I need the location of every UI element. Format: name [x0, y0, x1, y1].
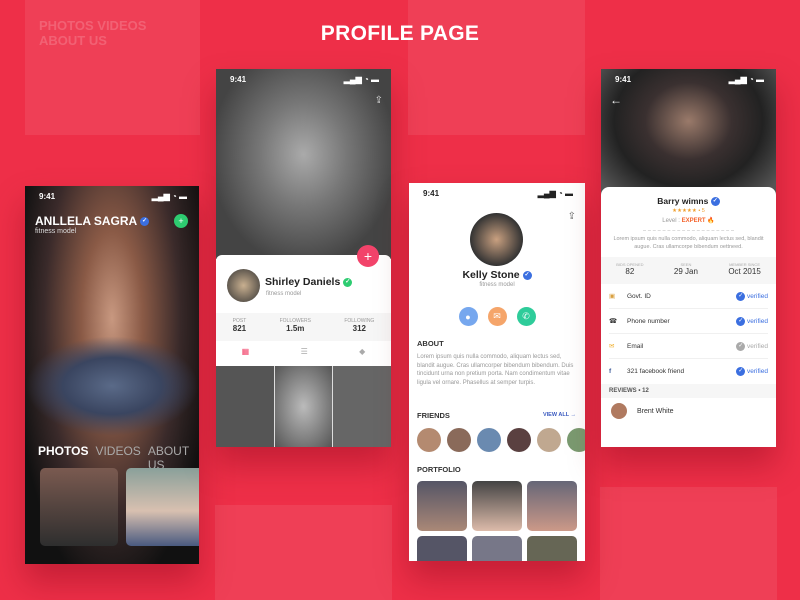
- avatar: [227, 269, 260, 302]
- portfolio-item[interactable]: [527, 536, 577, 561]
- phone-icon: ☎: [609, 318, 618, 326]
- fire-icon: 🔥: [707, 218, 715, 225]
- about-text: Lorem ipsum quis nulla commodo, aliquam …: [417, 354, 574, 386]
- reviewer-avatar: [611, 403, 627, 420]
- portfolio-item[interactable]: [417, 536, 467, 561]
- friend-avatar[interactable]: [507, 428, 531, 452]
- friends-heading: FRIENDS: [417, 411, 450, 420]
- photo-thumbnail[interactable]: [216, 366, 274, 447]
- screen-kelly: 9:41 ▂▄▆ ◔ ▬ ⇪ Kelly Stone ✓ fitness mode…: [409, 183, 585, 561]
- verified-icon: ✓: [140, 217, 150, 227]
- friend-avatar[interactable]: [447, 428, 471, 452]
- portfolio-item[interactable]: [417, 481, 467, 531]
- profile-subtitle: fitness model: [479, 282, 515, 288]
- portfolio-item[interactable]: [527, 481, 577, 531]
- level-value: EXPERT: [681, 218, 706, 225]
- check-icon: ✓: [736, 316, 746, 326]
- stat-post: POST 821: [232, 318, 247, 333]
- friend-avatar[interactable]: [537, 428, 561, 452]
- reviews-heading: REVIEWS • 12: [601, 384, 776, 399]
- stat-member-since: MEMBER SINCE Oct 2015: [728, 262, 761, 277]
- profile-subtitle: fitness model: [35, 228, 77, 235]
- page-title: PROFILE PAGE: [320, 22, 480, 45]
- share-icon[interactable]: ⇪: [568, 211, 576, 222]
- status-time: 9:41: [230, 75, 247, 84]
- level-label: Level :: [662, 218, 680, 225]
- photo-grid: [216, 366, 391, 447]
- portfolio-grid: [417, 481, 577, 561]
- back-arrow-icon[interactable]: ←: [610, 93, 622, 107]
- friend-avatar[interactable]: [417, 428, 441, 452]
- profile-name: Kelly Stone: [462, 269, 520, 281]
- quote-text: Lorem ipsum quis nulla commodo, aliquam …: [613, 236, 764, 250]
- user-icon[interactable]: ●: [458, 307, 478, 326]
- reviewer-name: Brent White: [637, 407, 674, 415]
- mail-icon[interactable]: ✉: [487, 307, 507, 326]
- status-icons: ▂▄▆ ◔ ▬: [537, 189, 573, 198]
- background-card: PHOTOS VIDEOS ABOUT US: [25, 0, 200, 135]
- friend-avatar[interactable]: [567, 428, 585, 452]
- add-button[interactable]: +: [174, 214, 188, 228]
- portfolio-item[interactable]: [472, 481, 522, 531]
- list-icon[interactable]: ☰: [301, 347, 308, 356]
- stat-following: FOLLOWING 312: [344, 318, 375, 333]
- screen-shirley: 9:41 ▂▄▆ ◔ ▬ ⇪ + Shirley Daniels ✓ fitnes…: [216, 69, 391, 447]
- rating-stars: ★★★★★ • 5: [672, 208, 705, 215]
- check-icon: ✓: [736, 341, 746, 351]
- cover-photo: [216, 69, 391, 259]
- verification-row: f 321 facebook friend ✓ verified: [609, 367, 768, 377]
- background-card: [600, 487, 777, 600]
- status-icons: ▂▄▆ ◔ ▬: [343, 75, 379, 84]
- status-time: 9:41: [615, 75, 632, 84]
- id-card-icon: ▣: [609, 293, 616, 301]
- status-time: 9:41: [39, 192, 56, 201]
- stat-bids-opened: BIDS OPENED 82: [616, 262, 644, 277]
- profile-name: ANLLELA SAGRA: [35, 214, 137, 228]
- photo-thumbnail[interactable]: [333, 366, 391, 447]
- photo-thumbnail[interactable]: [126, 468, 199, 546]
- about-heading: ABOUT: [417, 339, 444, 348]
- email-icon: ✉: [609, 343, 615, 351]
- avatar: [470, 213, 523, 266]
- phone-icon[interactable]: ✆: [516, 307, 536, 326]
- check-icon: ✓: [736, 367, 746, 377]
- stat-followers: FOLLOWERS 1.5m: [279, 318, 311, 333]
- facebook-icon: f: [609, 368, 612, 376]
- status-icons: ▂▄▆ ◔ ▬: [728, 75, 764, 84]
- check-icon: ✓: [736, 291, 746, 301]
- cover-photo: [601, 69, 776, 199]
- photo-thumbnail[interactable]: [274, 366, 333, 447]
- background-card: [408, 0, 585, 135]
- verified-icon: ✓: [343, 277, 353, 287]
- background-card: [215, 505, 392, 600]
- profile-subtitle: fitness model: [266, 291, 302, 297]
- view-all-link[interactable]: VIEW ALL: [543, 412, 569, 418]
- verification-list: ▣ Govt. ID ✓ verified ☎ Phone number ✓ verif…: [601, 284, 776, 384]
- profile-name: Shirley Daniels: [265, 276, 341, 288]
- share-icon[interactable]: ⇪: [375, 95, 383, 106]
- stat-seen: SEEN 29 Jan: [673, 262, 698, 277]
- tag-icon[interactable]: ◆: [359, 347, 365, 356]
- add-button[interactable]: +: [357, 245, 379, 267]
- verification-row: ✉ Email ✓ verified: [609, 334, 768, 360]
- verification-row: ☎ Phone number ✓ verified: [609, 309, 768, 335]
- grid-icon[interactable]: ▦: [242, 347, 250, 356]
- screen-barry: 9:41 ▂▄▆ ◔ ▬ ← Barry wimns ✓ ★★★★★ • 5 Le…: [601, 69, 776, 447]
- friend-avatar[interactable]: [477, 428, 501, 452]
- status-icons: ▂▄▆ ◔ ▬: [151, 192, 187, 201]
- portfolio-item[interactable]: [472, 536, 522, 561]
- verified-icon: ✓: [522, 270, 532, 280]
- photo-thumbnail[interactable]: [40, 468, 118, 546]
- profile-name: Barry wimns: [657, 196, 709, 206]
- verified-icon: ✓: [710, 197, 720, 207]
- screen-anllela: 9:41 ▂▄▆ ◔ ▬ ANLLELA SAGRA ✓ fitness mode…: [25, 186, 199, 564]
- portfolio-heading: PORTFOLIO: [417, 465, 461, 474]
- status-time: 9:41: [423, 189, 440, 198]
- verification-row: ▣ Govt. ID ✓ verified: [609, 284, 768, 310]
